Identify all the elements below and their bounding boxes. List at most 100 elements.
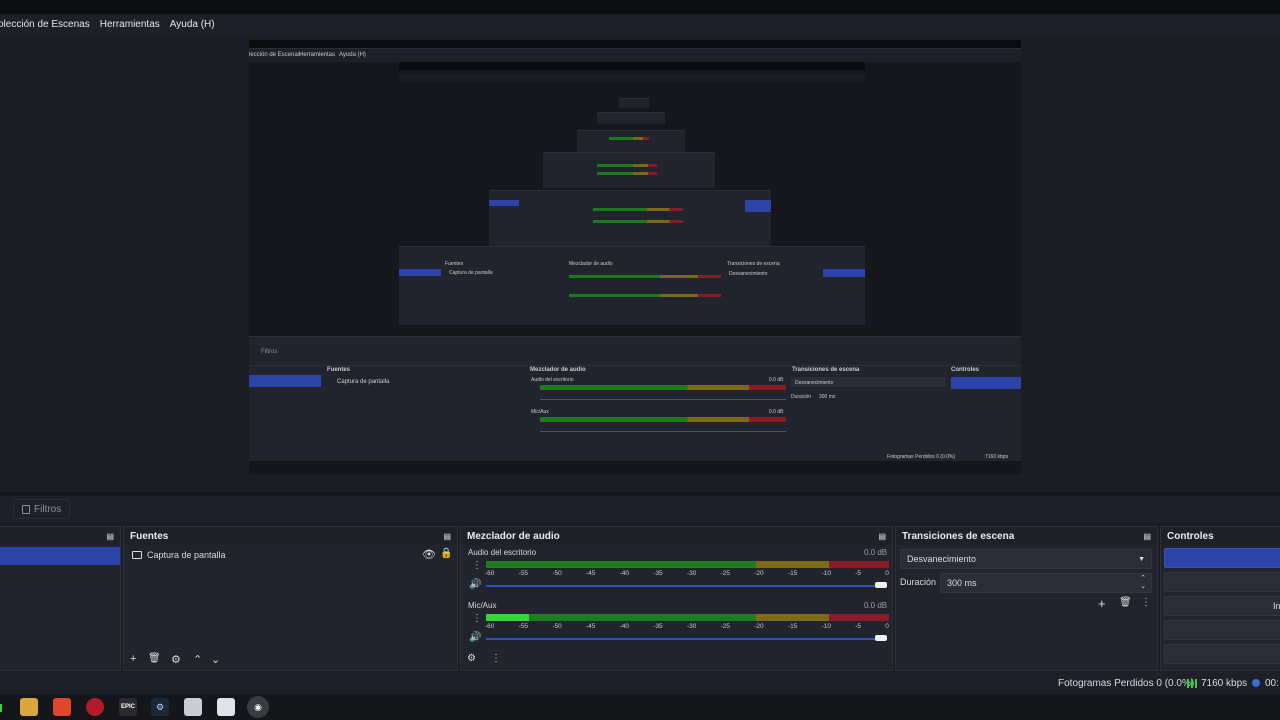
preview-menu-scenes: lección de Escenas [249,52,301,58]
controls-dock-header: Controles [1161,527,1280,545]
transitions-title: Transiciones de escena [902,530,1015,542]
volume-slider-handle-mic[interactable] [875,635,887,641]
kebab-menu-icon[interactable]: ⋮ [1141,597,1151,608]
preview-nested-transition-value: Desvanecimiento [729,271,768,277]
duration-spinbox[interactable]: 300 ms ⌃ ⌄ [940,573,1152,593]
add-transition-button[interactable]: + [1098,596,1106,611]
volume-slider-mic[interactable] [486,638,876,640]
filters-row: Filtros [0,496,1280,522]
kebab-menu-icon[interactable]: ⋮ [491,653,501,664]
preview-nested-sources-title: Fuentes [445,261,464,267]
filters-button[interactable]: Filtros [13,499,71,519]
preview-duration-label: Duración [791,394,812,400]
steam-icon[interactable]: ⚙ [151,698,169,716]
start-recording-button[interactable] [1164,572,1280,592]
stream-icon [1252,679,1260,687]
transition-select[interactable]: Desvanecimiento ▼ [900,549,1152,569]
lock-icon[interactable]: 🔒 [440,548,452,559]
preview-menubar: lección de Escenas Herramientas Ayuda (H… [249,48,1021,62]
trash-icon[interactable]: 🗑 [1119,597,1132,608]
start-streaming-button[interactable] [1164,548,1280,568]
channel-name-mic: Mic/Aux [468,601,497,610]
menu-help[interactable]: Ayuda (H) [170,19,215,30]
move-down-icon[interactable]: ⌄ [211,653,220,666]
preview-nested-dock: Fuentes Captura de pantalla Mezclador de… [399,246,865,335]
window-top-strip [0,0,1280,14]
preview-source-item: Captura de pantalla [337,379,390,385]
mixer-dock-header: Mezclador de audio ▤ [461,527,892,545]
dropped-frames: Fotogramas Perdidos 0 (0.0%) [1058,678,1195,689]
taskbar-indicator [0,704,2,712]
chevron-down-icon: ▼ [1138,555,1145,563]
mixer-title: Mezclador de audio [467,530,560,542]
volume-meter-desktop [486,561,889,568]
sources-dock-header: Fuentes ▤ [124,527,457,545]
preview-menu-help: Ayuda (H) [339,52,366,58]
scene-item-selected[interactable] [0,547,120,565]
channel-db-desktop: 0.0 dB [864,548,888,557]
advanced-audio-icon[interactable]: ⚙ [467,653,476,664]
eye-icon[interactable]: 👁 [422,548,436,561]
dock-options-icon[interactable]: ▤ [106,532,114,541]
move-up-icon[interactable]: ⌃ [193,653,202,666]
duration-label: Duración [900,577,937,587]
studio-mode-button[interactable]: In [1164,596,1280,616]
kebab-menu-icon[interactable]: ⋮ [472,560,482,571]
trash-icon[interactable]: 🗑 [148,653,161,664]
preview-status-dropped: Fotogramas Perdidos 0 (0.0%) [887,454,956,460]
preview-status-bitrate: 7160 kbps [985,454,1009,460]
preview-nested-transitions-title: Transiciones de escena [727,261,780,267]
controls-partial-label: In [1273,601,1280,611]
gear-icon[interactable]: ⚙ [171,653,181,666]
preview-area: lección de Escenas Herramientas Ayuda (H… [0,34,1280,492]
exit-button[interactable] [1164,644,1280,664]
sources-title: Fuentes [130,530,169,542]
bitrate: 7160 kbps [1201,678,1248,689]
menu-tools[interactable]: Herramientas [100,19,160,30]
app-icon-cloud[interactable] [184,698,202,716]
preview-mic-db: 0.0 dB [769,409,784,415]
folder-icon[interactable] [20,698,38,716]
preview-transitions-title: Transiciones de escena [792,367,860,373]
monitor-icon [132,551,142,559]
source-item[interactable]: Captura de pantalla [132,550,226,560]
volume-slider-desktop[interactable] [486,585,876,587]
volume-meter-mic [486,614,889,621]
preview-transition-value: Desvanecimiento [795,380,834,386]
brave-icon[interactable] [53,698,71,716]
channel-name-desktop: Audio del escritorio [468,548,537,557]
dock-options-icon[interactable]: ▤ [1143,532,1151,541]
dock-options-icon[interactable]: ▤ [443,532,451,541]
scenes-dock-header: ▤ [0,527,120,545]
menu-scene-collection[interactable]: olección de Escenas [0,19,90,30]
spin-arrows-icon: ⌃ ⌄ [1140,575,1146,590]
taskbar: EPIC ⚙ ◉ [0,694,1280,720]
record-app-icon[interactable] [86,698,104,716]
speaker-icon[interactable]: 🔊 [469,632,481,643]
volume-slider-handle-desktop[interactable] [875,582,887,588]
preview-nested-source-item: Captura de pantalla [449,270,493,276]
preview-mic: Mic/Aux [531,409,549,415]
speaker-icon[interactable]: 🔊 [469,579,481,590]
kebab-menu-icon[interactable]: ⋮ [472,613,482,624]
add-source-button[interactable]: + [130,653,136,665]
signal-icon [1187,679,1197,688]
sources-dock: Fuentes ▤ Captura de pantalla 👁 🔒 + 🗑 ⚙ … [123,526,458,671]
meter-ticks-mic: -60 -55 -50 -45 -40 -35 -30 -25 -20 -15 -10 -5 0 [485,623,889,630]
epic-games-icon[interactable]: EPIC [119,698,137,716]
status-bar: Fotogramas Perdidos 0 (0.0%) 7160 kbps 0… [0,672,1280,694]
preview-controls-title: Controles [951,367,980,373]
preview-desktop-audio: Audio del escritorio [531,377,574,383]
preview-sources-title: Fuentes [327,367,351,373]
settings-button[interactable] [1164,620,1280,640]
source-item-label: Captura de pantalla [147,550,226,560]
stream-time: 00: [1265,678,1279,689]
preview-canvas[interactable]: lección de Escenas Herramientas Ayuda (H… [249,40,1021,474]
channel-db-mic: 0.0 dB [864,601,888,610]
dock-options-icon[interactable]: ▤ [878,532,886,541]
transitions-dock: Transiciones de escena ▤ Desvanecimiento… [895,526,1158,671]
obs-icon[interactable]: ◉ [247,696,269,718]
preview-dock-replica: Filtros Fuentes Captura de pantalla Mezc… [249,336,1021,474]
app-icon-game[interactable] [217,698,235,716]
preview-duration-value: 300 ms [819,394,836,400]
